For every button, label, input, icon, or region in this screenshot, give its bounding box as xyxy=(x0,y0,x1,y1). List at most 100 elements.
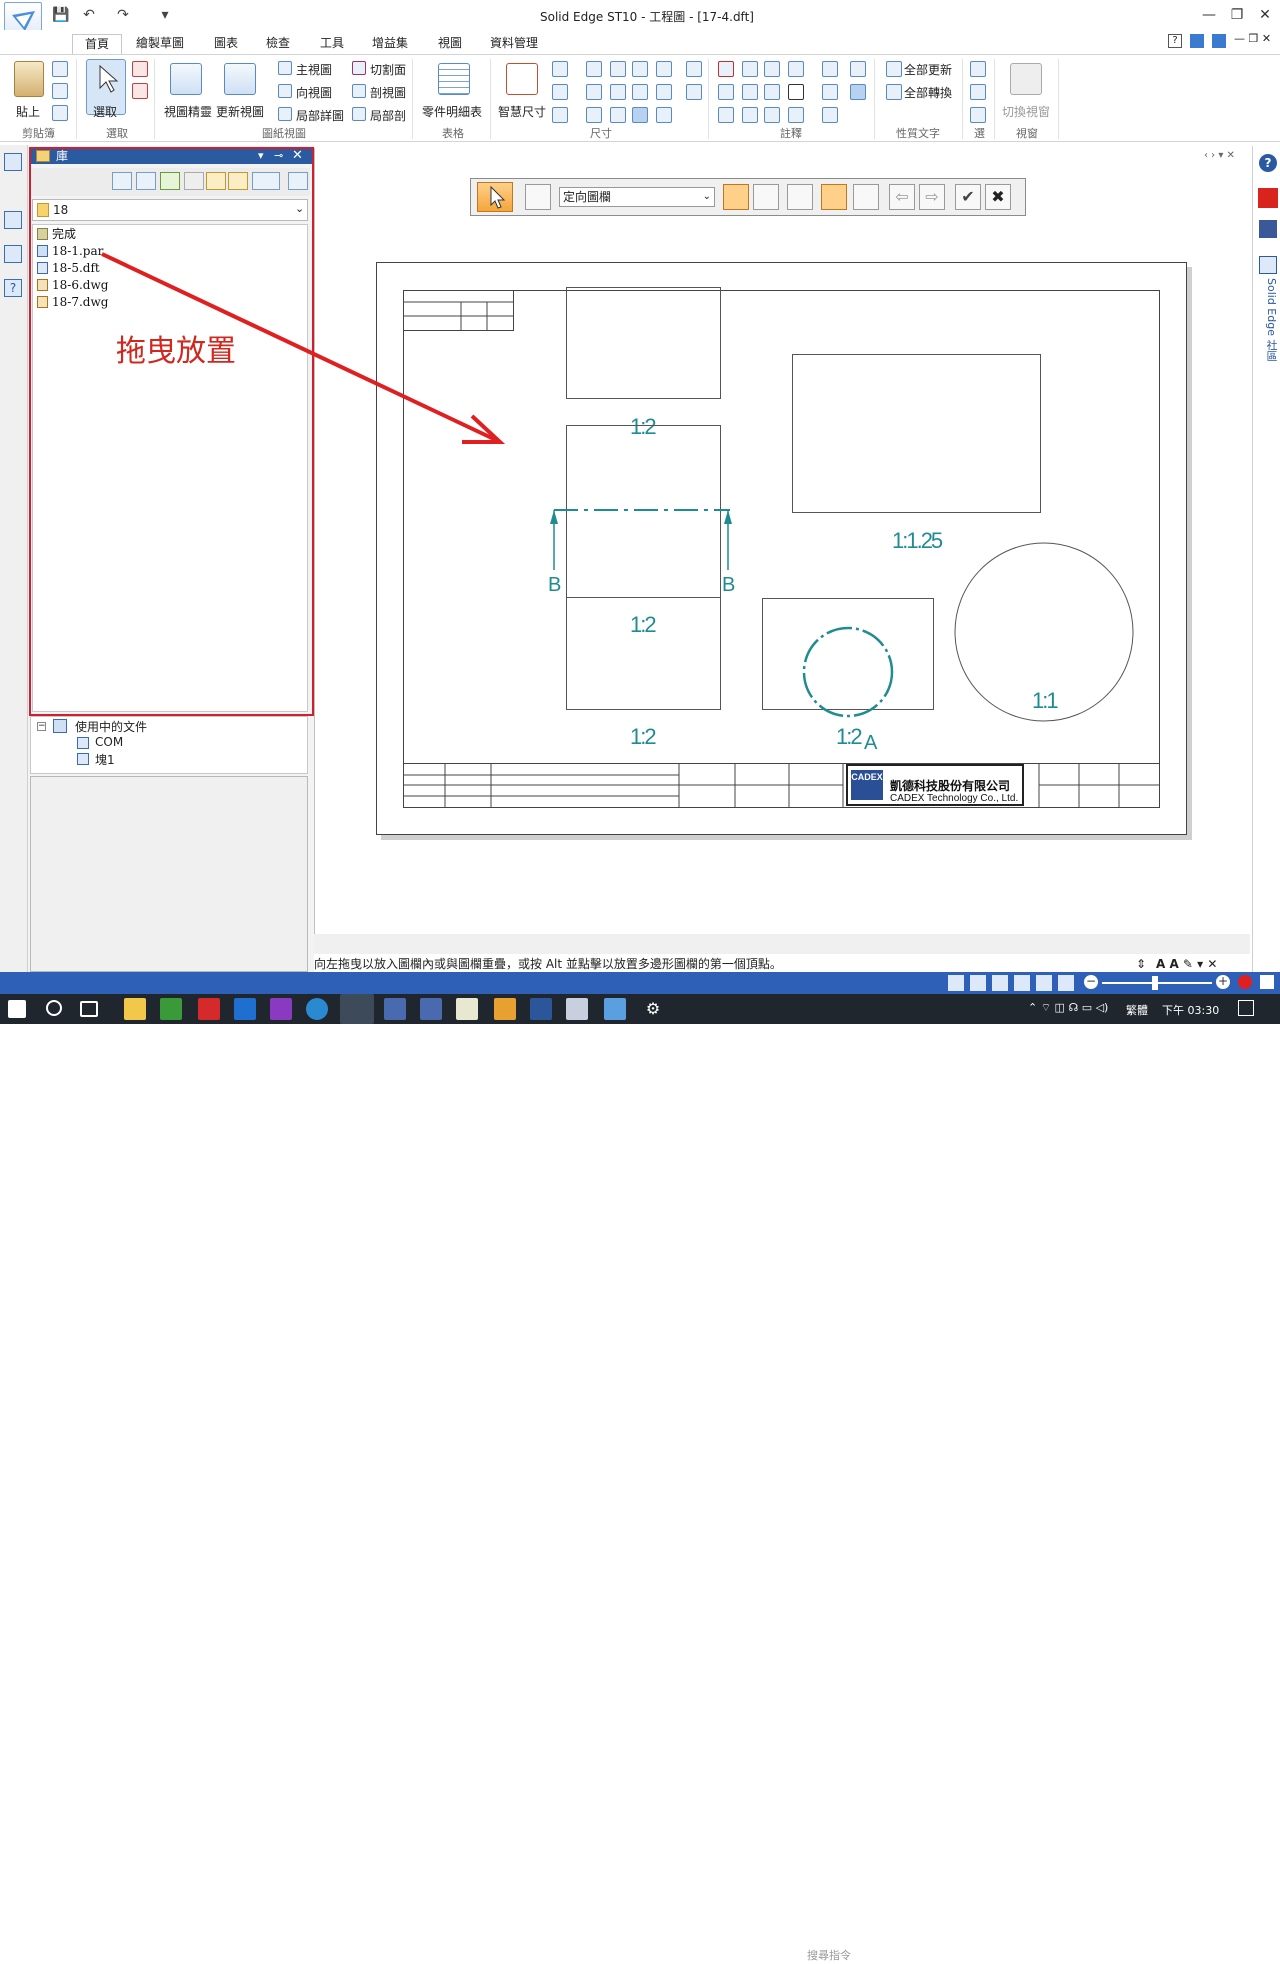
tab-home[interactable]: 首頁 xyxy=(72,34,122,56)
update-all-icon[interactable] xyxy=(886,61,902,77)
format-painter-icon[interactable] xyxy=(52,105,68,121)
parts-list-icon[interactable] xyxy=(438,63,470,95)
broken-out-icon[interactable] xyxy=(352,107,366,121)
help-circle-icon[interactable]: ? xyxy=(1259,154,1277,172)
dimension-tool-icon[interactable] xyxy=(656,107,672,123)
view-tool-icon[interactable] xyxy=(948,975,964,991)
help-tab-icon[interactable]: ? xyxy=(4,279,22,297)
annotation-tool-icon[interactable] xyxy=(718,61,734,77)
word-icon[interactable] xyxy=(530,998,552,1020)
youtube-icon[interactable] xyxy=(1258,188,1278,208)
collapse-icon[interactable]: − xyxy=(37,722,46,731)
command-search-input[interactable]: 搜尋指令 xyxy=(804,1948,944,1964)
annotation-tool-icon[interactable] xyxy=(742,84,758,100)
close-button[interactable]: ✕ xyxy=(1254,6,1276,24)
tab-data-management[interactable]: 資料管理 xyxy=(484,34,544,54)
convert-all-icon[interactable] xyxy=(886,84,902,100)
dimension-tool-icon[interactable] xyxy=(632,61,648,77)
accept-button[interactable]: ✔ xyxy=(955,184,981,210)
document-tab-controls[interactable]: ‹ › ▾ ✕ xyxy=(1204,150,1235,161)
app-icon[interactable] xyxy=(566,998,588,1020)
drawing-view-region[interactable] xyxy=(566,287,721,399)
smart-dimension-icon[interactable] xyxy=(506,63,538,95)
annotation-tool-icon[interactable] xyxy=(822,84,838,100)
dimension-tool-icon[interactable] xyxy=(686,84,702,100)
cancel-button[interactable]: ✖ xyxy=(985,184,1011,210)
polygon-region-button[interactable] xyxy=(853,184,879,210)
settings-icon[interactable]: ⚙ xyxy=(642,998,664,1020)
annotation-tool-icon[interactable] xyxy=(764,84,780,100)
dimension-tool-icon[interactable] xyxy=(610,61,626,77)
select-filter-icon[interactable] xyxy=(132,83,148,99)
app-icon[interactable] xyxy=(456,998,478,1020)
cube-icon[interactable] xyxy=(970,84,986,100)
rectangle-region-button[interactable] xyxy=(821,184,847,210)
copy-icon[interactable] xyxy=(52,83,68,99)
layer-button[interactable] xyxy=(723,184,749,210)
undo-icon[interactable]: ↶ xyxy=(80,6,98,24)
tray-icons[interactable]: ⌃ ⌔ ◫ ☊ ▭ ◁) xyxy=(1028,1001,1108,1015)
update-views-icon[interactable] xyxy=(224,63,256,95)
notification-icon[interactable] xyxy=(1238,1000,1254,1016)
main-view-button[interactable]: 主視圖 xyxy=(296,61,332,78)
app-icon[interactable] xyxy=(420,998,442,1020)
annotation-tool-icon[interactable] xyxy=(788,61,804,77)
tab-sketch[interactable]: 繪製草圖 xyxy=(130,34,190,54)
tab-addins[interactable]: 增益集 xyxy=(366,34,414,54)
update-all-button[interactable]: 全部更新 xyxy=(904,61,952,78)
dimension-tool-icon[interactable] xyxy=(552,107,568,123)
zoom-area-icon[interactable] xyxy=(970,975,986,991)
fit-icon[interactable] xyxy=(1014,975,1030,991)
dimension-tool-icon[interactable] xyxy=(656,61,672,77)
convert-all-button[interactable]: 全部轉換 xyxy=(904,84,952,101)
cutting-plane-button[interactable]: 切割面 xyxy=(370,61,406,78)
tab-inspect[interactable]: 檢查 xyxy=(260,34,296,54)
windows-start-icon[interactable] xyxy=(8,1000,26,1018)
clock[interactable]: 下午 03:30 xyxy=(1162,1002,1219,1018)
dimension-tool-icon[interactable] xyxy=(610,107,626,123)
layer-order-button[interactable] xyxy=(753,184,779,210)
annotation-tool-icon[interactable] xyxy=(822,107,838,123)
app-icon[interactable] xyxy=(198,998,220,1020)
zoom-icon[interactable] xyxy=(992,975,1008,991)
dimension-tool-icon[interactable] xyxy=(586,107,602,123)
library-tab-icon[interactable] xyxy=(4,153,22,171)
view-wizard-button[interactable]: 視圖精靈 xyxy=(164,103,212,120)
projected-view-button[interactable]: 向視圖 xyxy=(296,84,332,101)
annotation-tool-icon[interactable] xyxy=(850,84,866,100)
dimension-tool-icon[interactable] xyxy=(686,61,702,77)
options-icon[interactable] xyxy=(1212,34,1226,48)
edit-button[interactable] xyxy=(787,184,813,210)
facebook-icon[interactable] xyxy=(1259,220,1277,238)
detail-view-button[interactable]: 局部詳圖 xyxy=(296,107,344,124)
task-view-icon[interactable] xyxy=(80,1001,98,1017)
search-icon[interactable] xyxy=(46,1000,62,1016)
detail-view-icon[interactable] xyxy=(278,107,292,121)
quick-pick-icon[interactable] xyxy=(132,61,148,77)
dimension-tool-icon[interactable] xyxy=(656,84,672,100)
dimension-tool-icon[interactable] xyxy=(552,61,568,77)
annotation-tool-icon[interactable] xyxy=(718,107,734,123)
section-view-icon[interactable] xyxy=(352,84,366,98)
annotation-tool-icon[interactable] xyxy=(764,107,780,123)
app-icon[interactable] xyxy=(270,998,292,1020)
zoom-out-icon[interactable]: − xyxy=(1084,975,1098,989)
cube-icon[interactable] xyxy=(970,61,986,77)
drawing-view-region[interactable] xyxy=(792,354,1041,513)
orientation-dropdown[interactable]: 定向圖欄 ⌄ xyxy=(559,187,715,207)
broken-out-button[interactable]: 局部剖 xyxy=(370,107,406,124)
zoom-slider-thumb[interactable] xyxy=(1152,976,1158,990)
dimension-tool-icon[interactable] xyxy=(586,61,602,77)
dimension-tool-icon[interactable] xyxy=(610,84,626,100)
options-button[interactable] xyxy=(525,184,551,210)
groups-tab-icon[interactable] xyxy=(4,245,22,263)
section-view-button[interactable]: 剖視圖 xyxy=(370,84,406,101)
app-icon[interactable] xyxy=(160,998,182,1020)
paste-icon[interactable] xyxy=(14,61,44,97)
tree-root[interactable]: 使用中的文件 xyxy=(75,718,147,735)
annotation-tool-icon[interactable] xyxy=(718,84,734,100)
layers-tab-icon[interactable] xyxy=(4,211,22,229)
annotation-tool-icon[interactable] xyxy=(764,61,780,77)
forward-arrow-button[interactable]: ⇨ xyxy=(919,184,945,210)
dimension-tool-icon[interactable] xyxy=(552,84,568,100)
